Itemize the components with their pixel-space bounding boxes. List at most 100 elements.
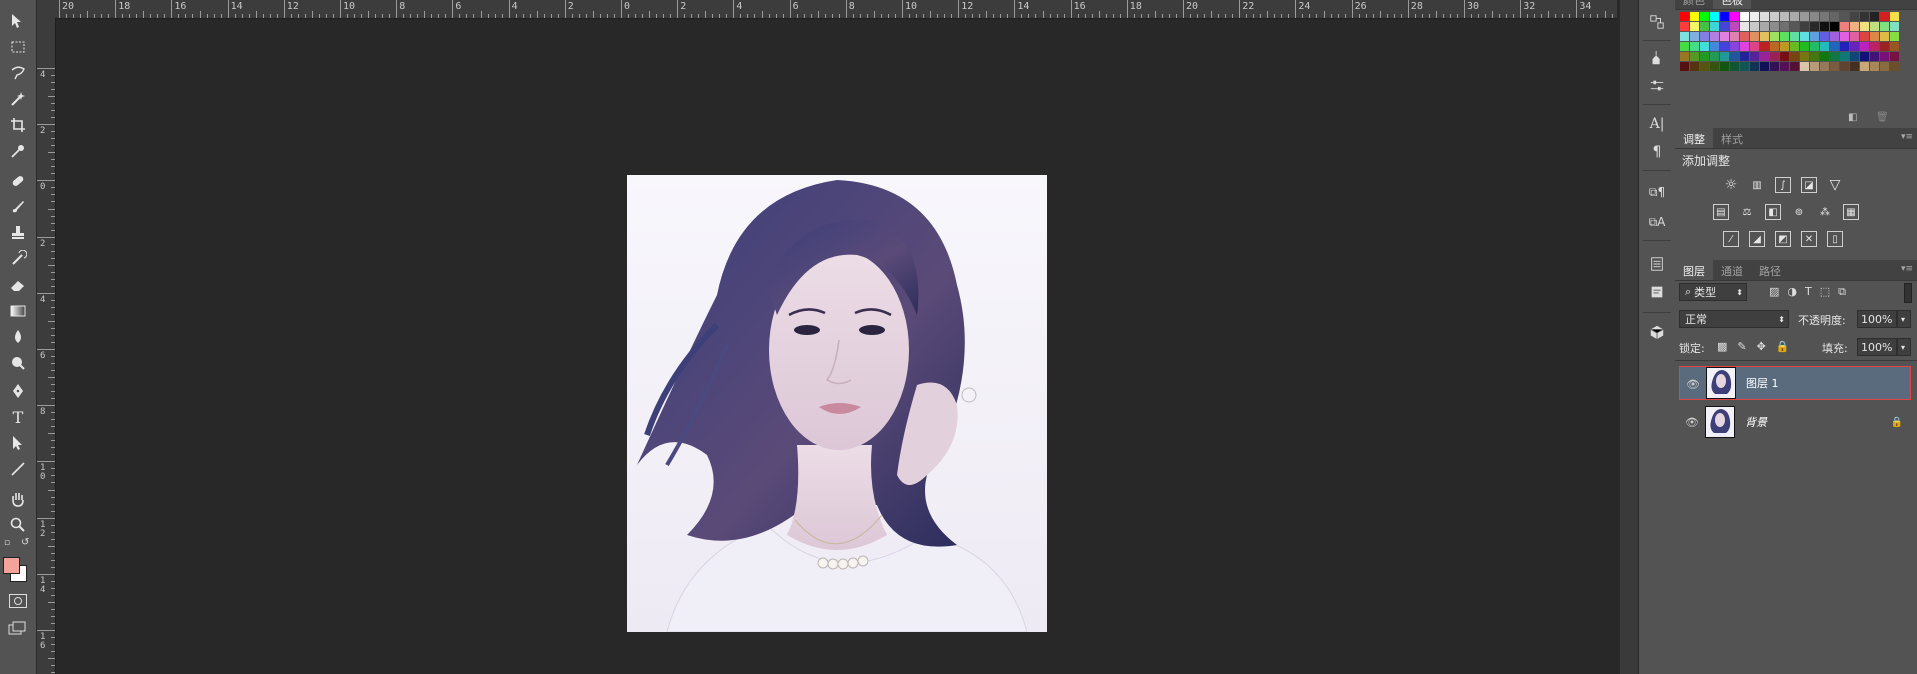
filter-smart-object-icon[interactable]: ⧉ bbox=[1838, 285, 1846, 299]
lock-position-icon[interactable]: ✥ bbox=[1757, 340, 1766, 353]
swatch[interactable] bbox=[1860, 12, 1869, 21]
swatch[interactable] bbox=[1820, 12, 1829, 21]
line-tool-icon[interactable] bbox=[6, 458, 30, 480]
swatch[interactable] bbox=[1860, 52, 1869, 61]
swatch[interactable] bbox=[1700, 42, 1709, 51]
swatch-grid[interactable] bbox=[1680, 12, 1899, 71]
swatch[interactable] bbox=[1770, 22, 1779, 31]
swatch[interactable] bbox=[1820, 42, 1829, 51]
invert-icon[interactable]: ⁄ bbox=[1723, 231, 1739, 247]
swatch[interactable] bbox=[1840, 12, 1849, 21]
swatch[interactable] bbox=[1750, 62, 1759, 71]
panel-menu-icon[interactable]: ▾≡ bbox=[1901, 132, 1913, 142]
swatch[interactable] bbox=[1840, 32, 1849, 41]
posterize-icon[interactable]: ◢ bbox=[1749, 231, 1765, 247]
swatch[interactable] bbox=[1890, 12, 1899, 21]
swatch[interactable] bbox=[1750, 32, 1759, 41]
swatch[interactable] bbox=[1880, 62, 1889, 71]
swatch[interactable] bbox=[1750, 12, 1759, 21]
swap-colors-icon[interactable]: ↺ bbox=[21, 537, 29, 548]
paragraph-panel-icon[interactable]: ¶ bbox=[1647, 142, 1667, 162]
filter-toggle[interactable] bbox=[1904, 283, 1912, 303]
swatch[interactable] bbox=[1710, 32, 1719, 41]
swatch[interactable] bbox=[1750, 52, 1759, 61]
blend-mode-select[interactable]: 正常 ⬍ bbox=[1679, 310, 1789, 328]
swatch[interactable] bbox=[1850, 42, 1859, 51]
swatch[interactable] bbox=[1770, 52, 1779, 61]
magic-wand-tool-icon[interactable] bbox=[6, 88, 30, 110]
layer-name[interactable]: 背景 bbox=[1745, 414, 1767, 430]
type-tool-icon[interactable]: T bbox=[6, 406, 30, 428]
swatch[interactable] bbox=[1730, 62, 1739, 71]
filter-adjustment-icon[interactable]: ◑ bbox=[1787, 285, 1797, 299]
swatch[interactable] bbox=[1740, 52, 1749, 61]
swatch[interactable] bbox=[1850, 52, 1859, 61]
swatch[interactable] bbox=[1840, 42, 1849, 51]
swatch[interactable] bbox=[1680, 42, 1689, 51]
swatch[interactable] bbox=[1810, 62, 1819, 71]
swatch[interactable] bbox=[1880, 32, 1889, 41]
move-tool-icon[interactable] bbox=[6, 10, 30, 32]
threshold-icon[interactable]: ◩ bbox=[1775, 231, 1791, 247]
swatch[interactable] bbox=[1780, 52, 1789, 61]
swatch[interactable] bbox=[1860, 22, 1869, 31]
swatch[interactable] bbox=[1870, 62, 1879, 71]
panel-menu-icon[interactable]: ▾≡ bbox=[1901, 264, 1913, 274]
vibrance-icon[interactable]: ▽ bbox=[1827, 177, 1843, 193]
swatch[interactable] bbox=[1740, 32, 1749, 41]
lasso-tool-icon[interactable] bbox=[6, 62, 30, 84]
swatch[interactable] bbox=[1770, 62, 1779, 71]
hand-tool-icon[interactable] bbox=[6, 488, 30, 510]
dodge-tool-icon[interactable] bbox=[6, 352, 30, 374]
swatch[interactable] bbox=[1690, 42, 1699, 51]
swatch[interactable] bbox=[1810, 22, 1819, 31]
quick-mask-icon[interactable] bbox=[9, 594, 27, 608]
swatch[interactable] bbox=[1690, 32, 1699, 41]
tab-styles[interactable]: 样式 bbox=[1713, 128, 1751, 148]
swatch[interactable] bbox=[1720, 42, 1729, 51]
swatch[interactable] bbox=[1800, 22, 1809, 31]
character-styles-icon[interactable]: ⧉A bbox=[1647, 212, 1667, 232]
swatch[interactable] bbox=[1750, 42, 1759, 51]
curves-icon[interactable]: ∫ bbox=[1775, 177, 1791, 193]
swatch[interactable] bbox=[1820, 22, 1829, 31]
swatch[interactable] bbox=[1730, 52, 1739, 61]
swatch[interactable] bbox=[1780, 62, 1789, 71]
black-white-icon[interactable]: ◧ bbox=[1765, 204, 1781, 220]
swatch[interactable] bbox=[1720, 12, 1729, 21]
swatch[interactable] bbox=[1730, 22, 1739, 31]
swatch[interactable] bbox=[1760, 22, 1769, 31]
swatch[interactable] bbox=[1790, 52, 1799, 61]
filter-type-icon[interactable]: T bbox=[1805, 285, 1812, 299]
lock-pixels-icon[interactable]: ✎ bbox=[1737, 340, 1746, 353]
hue-saturation-icon[interactable]: ▤ bbox=[1713, 204, 1729, 220]
eraser-tool-icon[interactable] bbox=[6, 274, 30, 296]
swatch[interactable] bbox=[1860, 32, 1869, 41]
opacity-dropdown[interactable]: ▾ bbox=[1897, 310, 1911, 328]
foreground-color-swatch[interactable] bbox=[3, 557, 20, 574]
swatch[interactable] bbox=[1740, 42, 1749, 51]
swatch[interactable] bbox=[1790, 32, 1799, 41]
layer-name[interactable]: 图层 1 bbox=[1746, 375, 1779, 391]
swatch[interactable] bbox=[1790, 42, 1799, 51]
swatch[interactable] bbox=[1700, 32, 1709, 41]
swatch[interactable] bbox=[1710, 52, 1719, 61]
swatch[interactable] bbox=[1880, 22, 1889, 31]
swatch[interactable] bbox=[1720, 32, 1729, 41]
swatch[interactable] bbox=[1830, 42, 1839, 51]
tab-swatches[interactable]: 色板 bbox=[1713, 0, 1751, 9]
fill-input[interactable]: 100% bbox=[1857, 338, 1897, 356]
marquee-tool-icon[interactable] bbox=[6, 36, 30, 58]
swatch[interactable] bbox=[1830, 12, 1839, 21]
swatch[interactable] bbox=[1800, 52, 1809, 61]
swatch[interactable] bbox=[1770, 12, 1779, 21]
gradient-map-icon[interactable]: ▯ bbox=[1827, 231, 1843, 247]
swatch[interactable] bbox=[1860, 62, 1869, 71]
swatch[interactable] bbox=[1690, 62, 1699, 71]
swatch[interactable] bbox=[1710, 22, 1719, 31]
swatch[interactable] bbox=[1800, 32, 1809, 41]
swatch[interactable] bbox=[1750, 22, 1759, 31]
swatch[interactable] bbox=[1830, 22, 1839, 31]
default-colors-icon[interactable]: ▫ bbox=[4, 538, 10, 548]
swatch[interactable] bbox=[1690, 12, 1699, 21]
